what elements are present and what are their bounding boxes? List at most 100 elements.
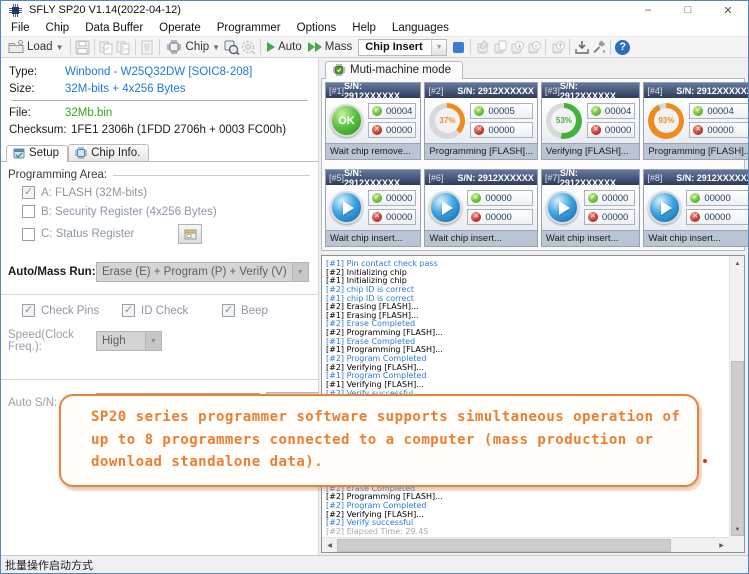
mass-run-button[interactable]: Mass xyxy=(305,40,355,54)
scroll-up-arrow[interactable]: ▲ xyxy=(730,256,745,271)
toolbar: Load ▼ Chip ▼ xyxy=(1,36,748,58)
checkbox-flash[interactable] xyxy=(22,186,35,199)
pass-count-box: ✓00004 xyxy=(689,103,749,119)
load-button[interactable]: Load ▼ xyxy=(4,38,67,57)
buffer-swap-button[interactable] xyxy=(98,39,115,56)
verify-chip-button[interactable] xyxy=(525,39,542,56)
status-bar: 批量操作启动方式 xyxy=(1,555,748,573)
tab-chip-info[interactable]: Chip Info. xyxy=(68,144,149,161)
auto-mass-run-label: Auto/Mass Run: xyxy=(8,266,96,278)
area-flash-row: A: FLASH (32M-bits) xyxy=(1,183,318,202)
chevron-down-icon: ▼ xyxy=(292,263,308,281)
machine-card-header: [#1]S/N: 2912XXXXXX xyxy=(326,83,420,98)
maximize-button[interactable]: □ xyxy=(668,1,708,19)
pass-icon: ✓ xyxy=(471,193,481,203)
chip-auto-detect-button[interactable] xyxy=(240,39,257,56)
menu-file[interactable]: File xyxy=(3,22,38,34)
minimize-button[interactable]: – xyxy=(628,1,668,19)
fail-icon: ✕ xyxy=(591,125,601,135)
menu-data-buffer[interactable]: Data Buffer xyxy=(77,22,151,34)
menu-operate[interactable]: Operate xyxy=(151,22,209,34)
start-button[interactable] xyxy=(546,191,579,224)
area-status-label: C: Status Register xyxy=(41,228,134,240)
pass-icon: ✓ xyxy=(372,193,382,203)
buffer-copy-button[interactable] xyxy=(115,39,132,56)
pass-count-box: ✓ 00000 xyxy=(686,190,749,206)
menu-languages[interactable]: Languages xyxy=(384,22,457,34)
log-horizontal-scrollbar[interactable]: ◀ ▶ xyxy=(322,537,729,552)
toolbar-separator xyxy=(135,39,136,55)
load-label: Load xyxy=(27,41,53,53)
machine-tabstrip: Muti-machine mode xyxy=(321,60,745,78)
pass-icon: ✓ xyxy=(690,193,700,203)
pass-count: 00005 xyxy=(488,106,514,117)
tab-setup[interactable]: Setup xyxy=(6,145,68,162)
checkbox-security-register[interactable] xyxy=(22,205,35,218)
chip-search-button[interactable] xyxy=(223,39,240,56)
close-button[interactable]: ✕ xyxy=(708,1,748,19)
checkbox-check-pins[interactable] xyxy=(22,304,35,317)
pass-count: 00000 xyxy=(704,193,730,204)
machine-card: [#3]S/N: 2912XXXXXX53%✓00004✕00000Verify… xyxy=(541,82,640,160)
ok-indicator: OK xyxy=(330,104,363,137)
chevron-down-icon: ▼ xyxy=(431,40,446,55)
checkbox-beep[interactable] xyxy=(222,304,235,317)
auto-mass-run-select[interactable]: Erase (E) + Program (P) + Verify (V) ▼ xyxy=(96,262,309,282)
scroll-right-arrow[interactable]: ▶ xyxy=(714,538,729,553)
id-check-option: ID Check xyxy=(122,304,222,317)
program-chip-button[interactable] xyxy=(508,39,525,56)
machine-card-header: [#4]S/N: 2912XXXXXX xyxy=(644,83,749,98)
start-button[interactable] xyxy=(330,191,363,224)
machine-card-body: 37%✓00005✕00000 xyxy=(425,98,536,143)
pass-count: 00000 xyxy=(386,193,412,204)
chip-label: Chip xyxy=(186,41,210,53)
machine-id: [#6] xyxy=(428,173,443,183)
fail-count: 00000 xyxy=(707,125,733,136)
stop-button[interactable] xyxy=(450,39,467,56)
menu-help[interactable]: Help xyxy=(344,22,384,34)
tools-button[interactable] xyxy=(590,39,607,56)
help-button[interactable]: ? xyxy=(614,39,631,56)
checkbox-status-register[interactable] xyxy=(22,228,35,241)
machine-grid: [#1]S/N: 2912XXXXXXOK✓00004✕00000Wait ch… xyxy=(321,78,745,251)
status-register-edit-button[interactable] xyxy=(178,224,202,244)
machine-card-header: [#6]S/N: 2912XXXXXX xyxy=(425,170,536,185)
menu-chip[interactable]: Chip xyxy=(38,22,78,34)
chip-info-icon xyxy=(75,147,87,159)
vertical-scroll-thumb[interactable] xyxy=(731,361,744,536)
machine-status: Wait chip insert... xyxy=(644,230,749,246)
start-button[interactable] xyxy=(648,191,681,224)
blank-check-button[interactable] xyxy=(491,39,508,56)
fail-count: 00000 xyxy=(386,125,412,136)
chip-select-button[interactable]: Chip ▼ xyxy=(163,38,224,57)
run-mode-select[interactable]: Chip Insert ▼ xyxy=(358,39,447,56)
machine-id: [#3] xyxy=(545,86,560,96)
read-chip-button[interactable] xyxy=(549,39,566,56)
type-value: Winbond - W25Q32DW [SOIC8-208] xyxy=(65,66,252,78)
erase-chip-button[interactable] xyxy=(474,39,491,56)
menu-programmer[interactable]: Programmer xyxy=(209,22,289,34)
checkbox-id-check[interactable] xyxy=(122,304,135,317)
machine-id: [#8] xyxy=(647,173,662,183)
type-row: Type: Winbond - W25Q32DW [SOIC8-208] xyxy=(9,63,312,80)
fail-icon: ✕ xyxy=(588,212,598,222)
file-label: File: xyxy=(9,107,65,119)
area-status-row: C: Status Register xyxy=(1,221,318,247)
section-divider xyxy=(1,294,318,295)
start-button[interactable] xyxy=(429,191,462,224)
scroll-left-arrow[interactable]: ◀ xyxy=(322,538,337,553)
log-line: [#2] Elapsed Time: 29.4S xyxy=(326,528,727,536)
tab-chip-info-label: Chip Info. xyxy=(91,147,140,159)
speed-select[interactable]: High ▼ xyxy=(96,331,162,351)
download-project-button[interactable] xyxy=(573,39,590,56)
fail-count-box: ✕00000 xyxy=(587,122,635,138)
scroll-down-arrow[interactable]: ▼ xyxy=(730,522,745,537)
auto-run-button[interactable]: Auto xyxy=(264,40,305,54)
tab-multi-machine-mode[interactable]: Muti-machine mode xyxy=(325,61,463,79)
horizontal-scroll-thumb[interactable] xyxy=(337,539,671,552)
menu-options[interactable]: Options xyxy=(289,22,345,34)
save-button[interactable] xyxy=(74,39,91,56)
log-vertical-scrollbar[interactable]: ▲ ▼ xyxy=(729,256,744,537)
binary-file-button[interactable] xyxy=(139,39,156,56)
machine-card-body: 53%✓00004✕00000 xyxy=(542,98,639,143)
